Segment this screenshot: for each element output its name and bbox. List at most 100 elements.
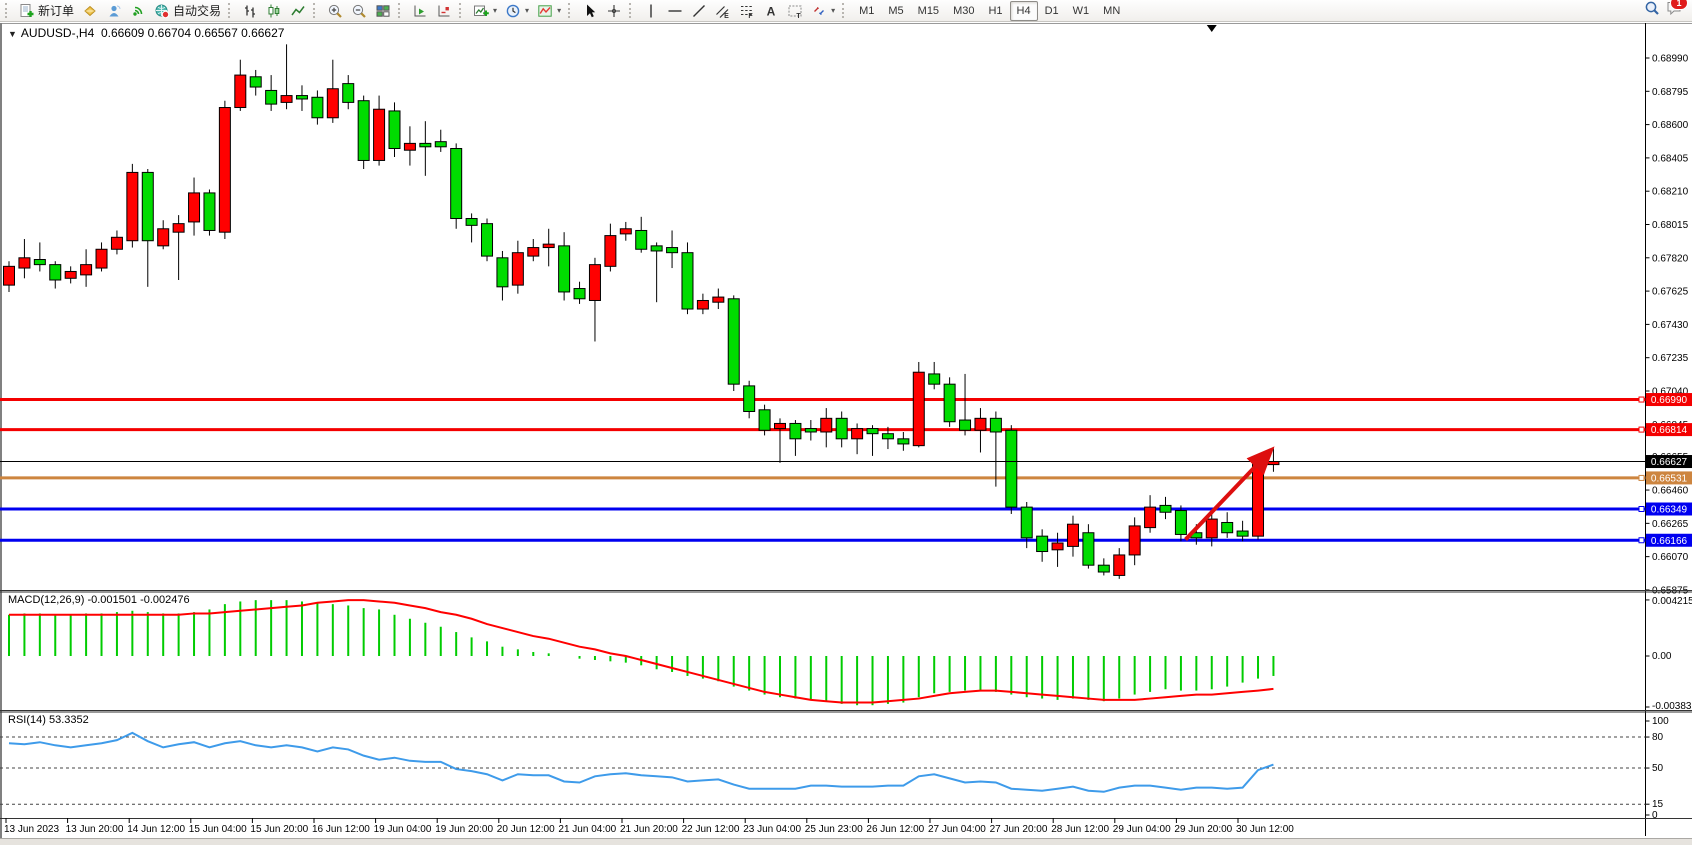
gold-package-icon [82, 3, 98, 19]
chart-symbol-period: AUDUSD-,H4 [21, 26, 94, 40]
hline-anchor-icon[interactable] [1639, 507, 1644, 512]
bearish-candle [451, 149, 462, 219]
notification-badge: 1 [1670, 0, 1688, 10]
indicators-list-button[interactable]: ▾ [533, 0, 565, 22]
timeframe-d1-button[interactable]: D1 [1038, 1, 1066, 21]
timeframe-w1-button[interactable]: W1 [1066, 1, 1097, 21]
bearish-candle [1237, 531, 1248, 536]
price-tick-label: 0.67820 [1652, 253, 1689, 264]
bullish-candle [127, 172, 138, 240]
toolbar-separator [459, 3, 465, 18]
bullish-candle [158, 229, 169, 246]
dropdown-caret-icon[interactable]: ▾ [525, 6, 529, 15]
bearish-candle [1098, 565, 1109, 572]
tile-windows-button[interactable] [371, 0, 395, 22]
autotrading-button[interactable]: 自动交易 [150, 0, 225, 22]
clock-icon [505, 3, 521, 19]
dropdown-caret-icon[interactable]: ▾ [557, 6, 561, 15]
time-tick-label: 23 Jun 04:00 [743, 824, 801, 835]
signals-button[interactable] [126, 0, 150, 22]
dropdown-caret-icon[interactable]: ▾ [493, 6, 497, 15]
autotrading-globe-icon [154, 3, 170, 19]
bullish-candle [65, 271, 76, 278]
bullish-candle [374, 109, 385, 160]
price-tick-label: 0.68600 [1652, 120, 1689, 131]
time-tick-label: 13 Jun 2023 [4, 824, 59, 835]
rsi-indicator-label: RSI(14) 53.3352 [8, 714, 89, 726]
price-tick-label: 0.68990 [1652, 54, 1689, 65]
horizontal-line-tool-button[interactable] [663, 0, 687, 22]
bullish-candle [605, 236, 616, 267]
arrows-tool-button[interactable]: ▾ [807, 0, 839, 22]
equidistant-channel-tool-button[interactable]: E [711, 0, 735, 22]
bearish-candle [836, 418, 847, 438]
hline-anchor-icon[interactable] [1639, 538, 1644, 543]
trendline-tool-button[interactable] [687, 0, 711, 22]
time-tick-label: 29 Jun 20:00 [1174, 824, 1232, 835]
bearish-candle [204, 193, 215, 231]
price-label-text: 0.66814 [1651, 425, 1688, 436]
text-tool-button[interactable]: A [759, 0, 783, 22]
bearish-candle [343, 84, 354, 103]
time-tick-label: 25 Jun 23:00 [805, 824, 863, 835]
chart-title: ▼AUDUSD-,H4 0.66609 0.66704 0.66567 0.66… [8, 26, 284, 40]
mql5-community-button[interactable] [102, 0, 126, 22]
timeframe-m15-button[interactable]: M15 [911, 1, 946, 21]
macd-axis-label: 0.00 [1652, 651, 1672, 662]
cloud-user-icon [106, 3, 122, 19]
price-tick-label: 0.68405 [1652, 153, 1689, 164]
bar-chart-button[interactable] [238, 0, 262, 22]
search-button[interactable] [1644, 0, 1660, 21]
bullish-candle [327, 89, 338, 118]
bearish-candle [636, 230, 647, 249]
bullish-candle [1052, 543, 1063, 550]
hline-anchor-icon[interactable] [1639, 427, 1644, 432]
auto-scroll-button[interactable] [408, 0, 432, 22]
vertical-line-tool-button[interactable] [639, 0, 663, 22]
notifications-button[interactable]: 1 [1666, 0, 1682, 21]
bearish-candle [1037, 536, 1048, 551]
rsi-axis-label: 15 [1652, 799, 1664, 810]
bearish-candle [667, 248, 678, 253]
chart-shift-button[interactable] [432, 0, 456, 22]
bearish-candle [944, 384, 955, 422]
bearish-candle [882, 434, 893, 439]
metaeditor-button[interactable] [78, 0, 102, 22]
dropdown-caret-icon[interactable]: ▾ [831, 6, 835, 15]
period-selector-button[interactable]: ▾ [501, 0, 533, 22]
label-tool-button[interactable]: T [783, 0, 807, 22]
new-order-button[interactable]: 新订单 [15, 0, 78, 22]
new-chart-button[interactable]: ▾ [469, 0, 501, 22]
hline-anchor-icon[interactable] [1639, 475, 1644, 480]
timeframe-m30-button[interactable]: M30 [946, 1, 981, 21]
hline-anchor-icon[interactable] [1639, 397, 1644, 402]
timeframe-m1-button[interactable]: M1 [852, 1, 881, 21]
bullish-candle [1067, 524, 1078, 546]
fibonacci-tool-button[interactable]: F [735, 0, 759, 22]
timeframe-mn-button[interactable]: MN [1096, 1, 1127, 21]
price-tick-label: 0.68210 [1652, 187, 1689, 198]
zoom-out-button[interactable] [347, 0, 371, 22]
bullish-candle [775, 423, 786, 428]
zoom-in-button[interactable] [323, 0, 347, 22]
text-a-icon: A [763, 3, 779, 19]
timeframe-h1-button[interactable]: H1 [981, 1, 1009, 21]
bullish-candle [821, 418, 832, 432]
bullish-candle [111, 237, 122, 249]
rsi-axis-label: 80 [1652, 732, 1664, 743]
candlestick-chart-button[interactable] [262, 0, 286, 22]
timeframe-h4-button[interactable]: H4 [1010, 1, 1038, 21]
timeframe-m5-button[interactable]: M5 [881, 1, 910, 21]
rsi-axis-label: 0 [1652, 810, 1658, 821]
zoom-out-icon [351, 3, 367, 19]
zoom-in-icon [327, 3, 343, 19]
toolbar-separator [313, 3, 319, 18]
crosshair-tool-button[interactable] [602, 0, 626, 22]
svg-text:F: F [748, 13, 753, 19]
line-chart-button[interactable] [286, 0, 310, 22]
bearish-candle [805, 429, 816, 432]
cursor-tool-button[interactable] [578, 0, 602, 22]
time-tick-label: 30 Jun 12:00 [1236, 824, 1294, 835]
chart-collapse-icon[interactable]: ▼ [8, 29, 17, 39]
bearish-candle [759, 410, 770, 430]
